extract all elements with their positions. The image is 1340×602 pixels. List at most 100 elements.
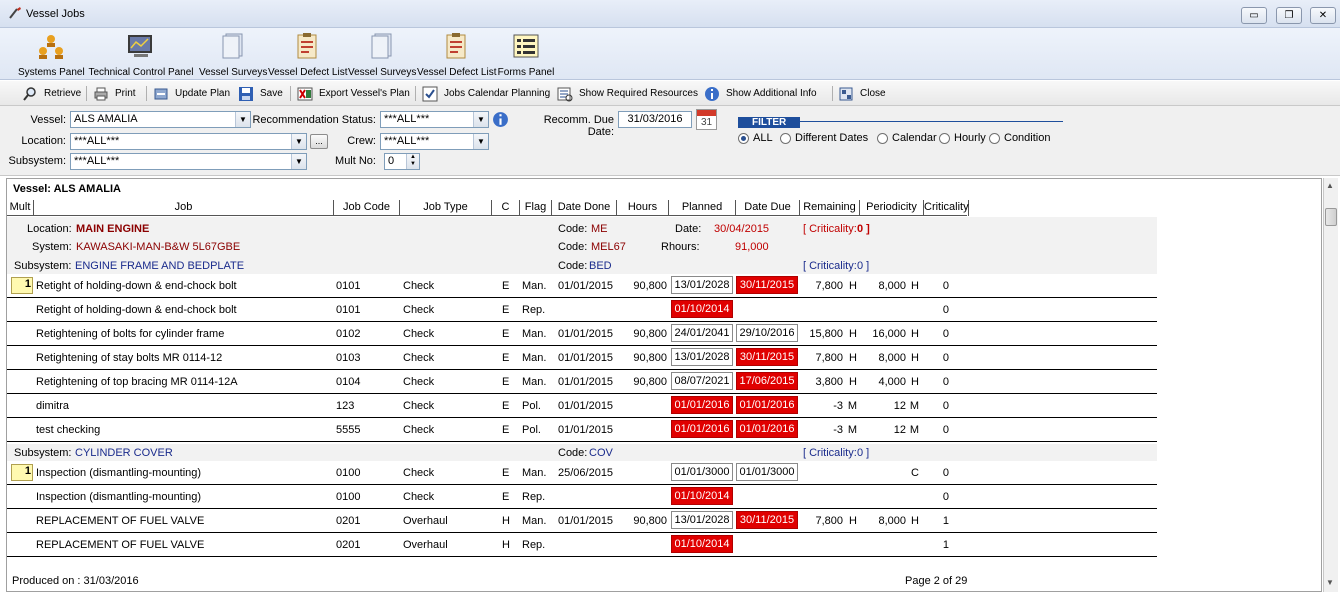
forms-panel-icon bbox=[513, 34, 539, 58]
cell-remaining: -3 bbox=[833, 424, 843, 436]
job-row[interactable]: Retightening of top bracing MR 0114-12A 0… bbox=[7, 370, 1157, 394]
cell-periodicity-unit: H bbox=[911, 376, 919, 388]
show-resources-button[interactable]: Show Required Resources bbox=[557, 84, 698, 103]
cell-criticality: 0 bbox=[942, 352, 949, 364]
date-value: 30/04/2015 bbox=[714, 223, 770, 235]
systems-panel-button[interactable]: Systems Panel bbox=[18, 32, 85, 78]
planned-date-field[interactable]: 08/07/2021 bbox=[671, 372, 733, 390]
due-date-field[interactable]: 30/11/2015 bbox=[736, 348, 798, 366]
cell-hours: 90,800 bbox=[633, 352, 667, 364]
cell-code: 123 bbox=[336, 400, 355, 412]
planned-date-field[interactable]: 13/01/2028 bbox=[671, 348, 733, 366]
job-row[interactable]: Retight of holding-down & end-chock bolt… bbox=[7, 298, 1157, 322]
filter-radio-all[interactable]: ALL bbox=[738, 132, 773, 144]
date-label: Date: bbox=[675, 223, 702, 235]
planned-date-field[interactable]: 01/10/2014 bbox=[671, 535, 733, 553]
subsystem-select-value: ***ALL*** bbox=[74, 155, 120, 167]
planned-date-field[interactable]: 01/01/3000 bbox=[671, 463, 733, 481]
scrollbar-thumb[interactable] bbox=[1325, 208, 1337, 226]
filter-radio-condition[interactable]: Condition bbox=[989, 132, 1050, 144]
planned-date-field[interactable]: 01/01/2016 bbox=[671, 420, 733, 438]
report-vessel-header: Vessel: ALS AMALIA bbox=[13, 183, 121, 195]
location-browse-button[interactable]: ... bbox=[310, 134, 328, 149]
job-row[interactable]: 1 Inspection (dismantling-mounting) 0100 Ch… bbox=[7, 461, 1157, 485]
jobs-calendar-button[interactable]: Jobs Calendar Planning bbox=[422, 84, 550, 103]
due-date-field[interactable]: 17/06/2015 bbox=[736, 372, 798, 390]
due-date-field[interactable]: 30/11/2015 bbox=[736, 276, 798, 294]
vessel-surveys-button[interactable]: Vessel Surveys bbox=[199, 32, 267, 78]
system-label: System: bbox=[32, 241, 72, 253]
planned-date-field[interactable]: 13/01/2028 bbox=[671, 276, 733, 294]
scroll-down-icon[interactable]: ▼ bbox=[1326, 578, 1334, 587]
forms-panel-button[interactable]: Forms Panel bbox=[497, 32, 555, 78]
mult-no-stepper[interactable]: 0 ▲ ▼ bbox=[384, 153, 420, 170]
minimize-button[interactable]: ▭ bbox=[1241, 7, 1267, 24]
job-row[interactable]: dimitra 123 Check E Pol. 01/01/2015 01/01/2016… bbox=[7, 394, 1157, 418]
show-info-button[interactable]: Show Additional Info bbox=[704, 84, 817, 103]
vessel-surveys-button[interactable]: Vessel Surveys bbox=[348, 32, 416, 78]
calendar-picker-button[interactable]: 31 bbox=[696, 109, 717, 130]
job-row[interactable]: test checking 5555 Check E Pol. 01/01/2015 01/… bbox=[7, 418, 1157, 442]
due-date-field[interactable]: 29/10/2016 bbox=[736, 324, 798, 342]
column-header-date-done: Date Done bbox=[552, 200, 617, 216]
print-button[interactable]: Print bbox=[93, 84, 136, 103]
job-row[interactable]: REPLACEMENT OF FUEL VALVE 0201 Overhaul H Ma… bbox=[7, 509, 1157, 533]
planned-date-field[interactable]: 01/01/2016 bbox=[671, 396, 733, 414]
cell-c: E bbox=[502, 328, 510, 340]
vessel-select[interactable]: ALS AMALIA ▼ bbox=[70, 111, 251, 128]
jobs-calendar-label: Jobs Calendar Planning bbox=[444, 88, 551, 99]
job-row[interactable]: Retightening of bolts for cylinder frame… bbox=[7, 322, 1157, 346]
filter-radio-calendar[interactable]: Calendar bbox=[877, 132, 937, 144]
due-date-input[interactable]: 31/03/2016 bbox=[618, 111, 692, 128]
cell-periodicity: 8,000 bbox=[878, 515, 906, 527]
cell-code: 0101 bbox=[336, 304, 361, 316]
filter-radio-hourly[interactable]: Hourly bbox=[939, 132, 986, 144]
mult-field[interactable]: 1 bbox=[11, 464, 33, 481]
planned-date-field[interactable]: 24/01/2041 bbox=[671, 324, 733, 342]
job-row[interactable]: Inspection (dismantling-mounting) 0100 Che… bbox=[7, 485, 1157, 509]
planned-date-field[interactable]: 01/10/2014 bbox=[671, 487, 733, 505]
recommendation-status-select[interactable]: ***ALL*** ▼ bbox=[380, 111, 489, 128]
cell-remaining-unit: H bbox=[849, 352, 857, 364]
due-date-field[interactable]: 01/01/3000 bbox=[736, 463, 798, 481]
crew-select[interactable]: ***ALL*** ▼ bbox=[380, 133, 489, 150]
filter-radio-different-dates[interactable]: Different Dates bbox=[780, 132, 868, 144]
planned-date-field[interactable]: 01/10/2014 bbox=[671, 300, 733, 318]
chevron-down-icon: ▼ bbox=[473, 134, 488, 149]
vessel-defect-list-button[interactable]: Vessel Defect List bbox=[417, 32, 496, 78]
close-button[interactable]: Close bbox=[838, 84, 886, 103]
planned-date-field[interactable]: 13/01/2028 bbox=[671, 511, 733, 529]
update-plan-button[interactable]: Update Plan bbox=[153, 84, 230, 103]
export-plan-button[interactable]: Export Vessel's Plan bbox=[297, 84, 410, 103]
save-button[interactable]: Save bbox=[238, 84, 283, 103]
retrieve-button[interactable]: Retrieve bbox=[22, 84, 81, 103]
spinner-arrows-icon[interactable]: ▲ ▼ bbox=[406, 154, 419, 169]
crew-select-value: ***ALL*** bbox=[384, 135, 430, 147]
cell-job: dimitra bbox=[36, 400, 70, 412]
code-value: ME bbox=[591, 223, 608, 235]
cell-flag: Rep. bbox=[522, 539, 546, 551]
mult-field[interactable]: 1 bbox=[11, 277, 33, 294]
location-value: MAIN ENGINE bbox=[76, 223, 150, 235]
restore-button[interactable]: ❐ bbox=[1276, 7, 1302, 24]
job-row[interactable]: 1 Retight of holding-down & end-chock bol… bbox=[7, 274, 1157, 298]
cell-flag: Man. bbox=[522, 280, 547, 292]
job-row[interactable]: Retightening of stay bolts MR 0114-12 010… bbox=[7, 346, 1157, 370]
due-date-field[interactable]: 01/01/2016 bbox=[736, 396, 798, 414]
column-header-divider bbox=[7, 215, 967, 216]
close-door-icon bbox=[839, 87, 853, 100]
location-select[interactable]: ***ALL*** ▼ bbox=[70, 133, 307, 150]
info-icon[interactable] bbox=[492, 111, 509, 128]
due-date-field[interactable]: 01/01/2016 bbox=[736, 420, 798, 438]
vertical-scrollbar[interactable]: ▲ ▼ bbox=[1323, 178, 1338, 592]
technical-control-panel-button[interactable]: Technical Control Panel bbox=[86, 32, 196, 78]
subsystem-select[interactable]: ***ALL*** ▼ bbox=[70, 153, 307, 170]
cell-hours: 90,800 bbox=[633, 515, 667, 527]
cell-c: E bbox=[502, 376, 510, 388]
vessel-defect-list-button[interactable]: Vessel Defect List bbox=[268, 32, 347, 78]
scroll-up-icon[interactable]: ▲ bbox=[1326, 181, 1334, 190]
job-row[interactable]: REPLACEMENT OF FUEL VALVE 0201 Overhaul H Re… bbox=[7, 533, 1157, 557]
cell-periodicity: 12 bbox=[893, 424, 906, 436]
close-window-button[interactable]: ✕ bbox=[1310, 7, 1336, 24]
due-date-field[interactable]: 30/11/2015 bbox=[736, 511, 798, 529]
